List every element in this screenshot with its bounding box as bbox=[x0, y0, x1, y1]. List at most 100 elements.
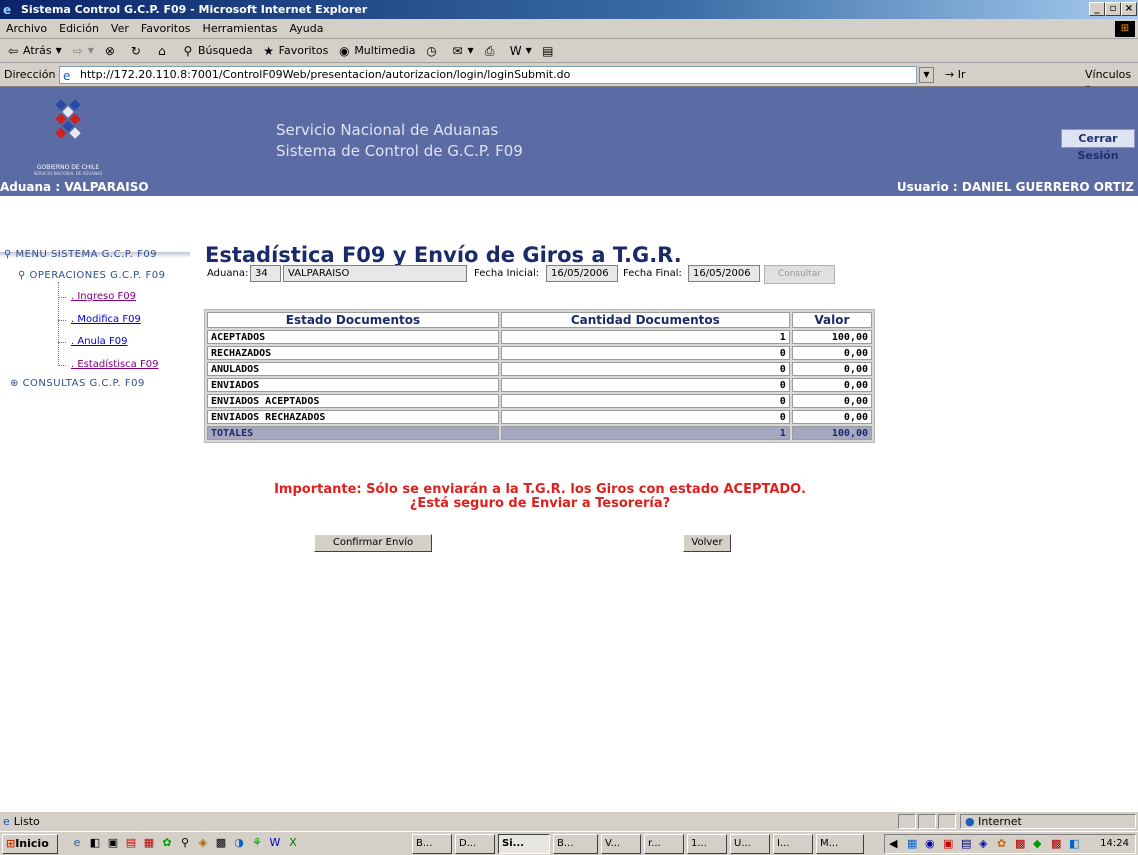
header-divider bbox=[0, 196, 1138, 200]
tree-collapsed-icon: ⊕ bbox=[10, 378, 19, 389]
warning-text: Importante: Sólo se enviarán a la T.G.R.… bbox=[274, 482, 806, 497]
home-button[interactable]: ⌂ bbox=[154, 43, 172, 59]
quicklaunch-icon[interactable]: ⚘ bbox=[250, 836, 264, 850]
edit-button[interactable]: W ▼ bbox=[508, 43, 532, 59]
menu-ayuda[interactable]: Ayuda bbox=[289, 22, 323, 35]
estado-cell: ACEPTADOS bbox=[207, 330, 499, 344]
menu-favoritos[interactable]: Favoritos bbox=[141, 22, 191, 35]
menu-operaciones[interactable]: ⚲ OPERACIONES G.C.P. F09 bbox=[18, 270, 165, 281]
column-header: Cantidad Documentos bbox=[500, 312, 790, 328]
sidebar-item-ingreso[interactable]: . Ingreso F09 bbox=[71, 291, 136, 302]
consultar-button[interactable]: Consultar bbox=[764, 265, 835, 284]
search-button[interactable]: ⚲ Búsqueda bbox=[180, 43, 253, 59]
media-button[interactable]: ◉ Multimedia bbox=[336, 43, 415, 59]
tray-icon[interactable]: ◆ bbox=[1033, 837, 1041, 850]
stop-button[interactable]: ⊗ bbox=[102, 43, 120, 59]
quicklaunch-icon[interactable]: ✿ bbox=[160, 836, 174, 850]
logo-subtext: SERVICIO NACIONAL DE ADUANAS bbox=[33, 171, 103, 176]
taskbar-item[interactable]: D... bbox=[455, 834, 495, 854]
taskbar-item[interactable]: B... bbox=[412, 834, 452, 854]
word-icon: W bbox=[509, 43, 522, 58]
stop-icon: ⊗ bbox=[104, 43, 115, 58]
ie-quicklaunch-icon[interactable]: e bbox=[70, 836, 84, 850]
menu-edicion[interactable]: Edición bbox=[59, 22, 99, 35]
tray-icon[interactable]: ◉ bbox=[925, 837, 935, 850]
column-header: Valor bbox=[791, 312, 872, 328]
discuss-button[interactable]: ▤ bbox=[540, 43, 558, 59]
forward-arrow-icon: ⇨ bbox=[72, 43, 83, 58]
estado-cell: ANULADOS bbox=[207, 362, 499, 376]
word-quicklaunch-icon[interactable]: W bbox=[268, 836, 282, 850]
excel-quicklaunch-icon[interactable]: X bbox=[286, 836, 300, 850]
address-dropdown-button[interactable]: ▼ bbox=[919, 67, 934, 83]
forward-button[interactable]: ⇨ ▼ bbox=[70, 43, 94, 59]
quicklaunch-icon[interactable]: ⚲ bbox=[178, 836, 192, 850]
menu-root[interactable]: ⚲ MENU SISTEMA G.C.P. F09 bbox=[4, 249, 157, 260]
history-button[interactable]: ◷ bbox=[423, 43, 441, 59]
aduana-name-field[interactable]: VALPARAISO bbox=[283, 265, 467, 282]
taskbar-item[interactable]: B... bbox=[553, 834, 598, 854]
taskbar-item[interactable]: V... bbox=[601, 834, 641, 854]
aduana-code-field[interactable]: 34 bbox=[250, 265, 281, 282]
fecha-inicial-field[interactable]: 16/05/2006 bbox=[546, 265, 618, 282]
refresh-icon: ↻ bbox=[130, 43, 141, 58]
tray-icon[interactable]: ◀ bbox=[889, 837, 897, 850]
menu-ver[interactable]: Ver bbox=[111, 22, 129, 35]
favorites-button[interactable]: ★ Favoritos bbox=[261, 43, 328, 59]
address-input[interactable]: e http://172.20.110.8:7001/ControlF09Web… bbox=[59, 66, 917, 84]
confirm-send-button[interactable]: Confirmar Envío bbox=[314, 534, 432, 552]
quicklaunch-icon[interactable]: ◈ bbox=[196, 836, 210, 850]
sidebar-item-estadistica[interactable]: . Estadístisca F09 bbox=[71, 359, 158, 370]
menu-herramientas[interactable]: Herramientas bbox=[203, 22, 278, 35]
tray-icon[interactable]: ▩ bbox=[1051, 837, 1061, 850]
taskbar-item[interactable]: I... bbox=[773, 834, 813, 854]
menu-bar: Archivo Edición Ver Favoritos Herramient… bbox=[0, 19, 1138, 39]
maximize-button[interactable]: ▫ bbox=[1105, 2, 1121, 16]
star-icon: ★ bbox=[263, 43, 275, 58]
quicklaunch-icon[interactable]: ◑ bbox=[232, 836, 246, 850]
tray-icon[interactable]: ◧ bbox=[1069, 837, 1079, 850]
taskbar-item-active[interactable]: Si... bbox=[498, 834, 550, 854]
back-button-page[interactable]: Volver bbox=[683, 534, 731, 552]
quicklaunch-icon[interactable]: ▦ bbox=[142, 836, 156, 850]
logo-emblem-icon bbox=[55, 99, 81, 139]
tray-icon[interactable]: ◈ bbox=[979, 837, 987, 850]
tray-icon[interactable]: ▦ bbox=[907, 837, 917, 850]
ie-icon: e bbox=[3, 2, 12, 17]
menu-consultas[interactable]: ⊕ CONSULTAS G.C.P. F09 bbox=[10, 378, 145, 389]
taskbar-item[interactable]: M... bbox=[816, 834, 864, 854]
tray-icon[interactable]: ▤ bbox=[961, 837, 971, 850]
fecha-final-field[interactable]: 16/05/2006 bbox=[688, 265, 760, 282]
sidebar-item-modifica[interactable]: . Modifica F09 bbox=[71, 314, 141, 325]
home-icon: ⌂ bbox=[158, 43, 166, 58]
page-icon: e bbox=[3, 815, 10, 828]
table-row: RECHAZADOS 0 0,00 bbox=[207, 346, 872, 360]
logout-button[interactable]: Cerrar Sesión bbox=[1061, 129, 1135, 162]
toolbar: ⇦ Atrás ▼ ⇨ ▼ ⊗ ↻ ⌂ ⚲ Búsqueda ★ Favoritos ◉ M… bbox=[0, 39, 1138, 63]
taskbar-item[interactable]: 1... bbox=[687, 834, 727, 854]
taskbar-item[interactable]: r... bbox=[644, 834, 684, 854]
totals-row: TOTALES 1 100,00 bbox=[207, 426, 872, 440]
quicklaunch-icon[interactable]: ▤ bbox=[124, 836, 138, 850]
start-button[interactable]: ⊞Inicio bbox=[2, 834, 58, 854]
aduana-header: Aduana : VALPARAISO bbox=[0, 180, 149, 194]
tray-icon[interactable]: ▩ bbox=[1015, 837, 1025, 850]
taskbar-item[interactable]: U... bbox=[730, 834, 770, 854]
quicklaunch-icon[interactable]: ▣ bbox=[106, 836, 120, 850]
print-button[interactable]: ⎙ bbox=[482, 43, 500, 59]
minimize-button[interactable]: _ bbox=[1089, 2, 1105, 16]
address-label: Dirección bbox=[4, 68, 56, 81]
close-button[interactable]: × bbox=[1121, 2, 1137, 16]
go-button[interactable]: → Ir bbox=[945, 68, 966, 81]
back-button[interactable]: ⇦ Atrás ▼ bbox=[5, 43, 62, 59]
menu-archivo[interactable]: Archivo bbox=[6, 22, 47, 35]
mail-button[interactable]: ✉ ▼ bbox=[449, 43, 473, 59]
table-row: ENVIADOS ACEPTADOS 0 0,00 bbox=[207, 394, 872, 408]
refresh-button[interactable]: ↻ bbox=[128, 43, 146, 59]
tray-icon[interactable]: ✿ bbox=[997, 837, 1006, 850]
quicklaunch-icon[interactable]: ◧ bbox=[88, 836, 102, 850]
tray-icon[interactable]: ▣ bbox=[943, 837, 953, 850]
sidebar-item-anula[interactable]: . Anula F09 bbox=[71, 336, 127, 347]
confirm-question: ¿Está seguro de Enviar a Tesorería? bbox=[409, 496, 671, 511]
quicklaunch-icon[interactable]: ▩ bbox=[214, 836, 228, 850]
